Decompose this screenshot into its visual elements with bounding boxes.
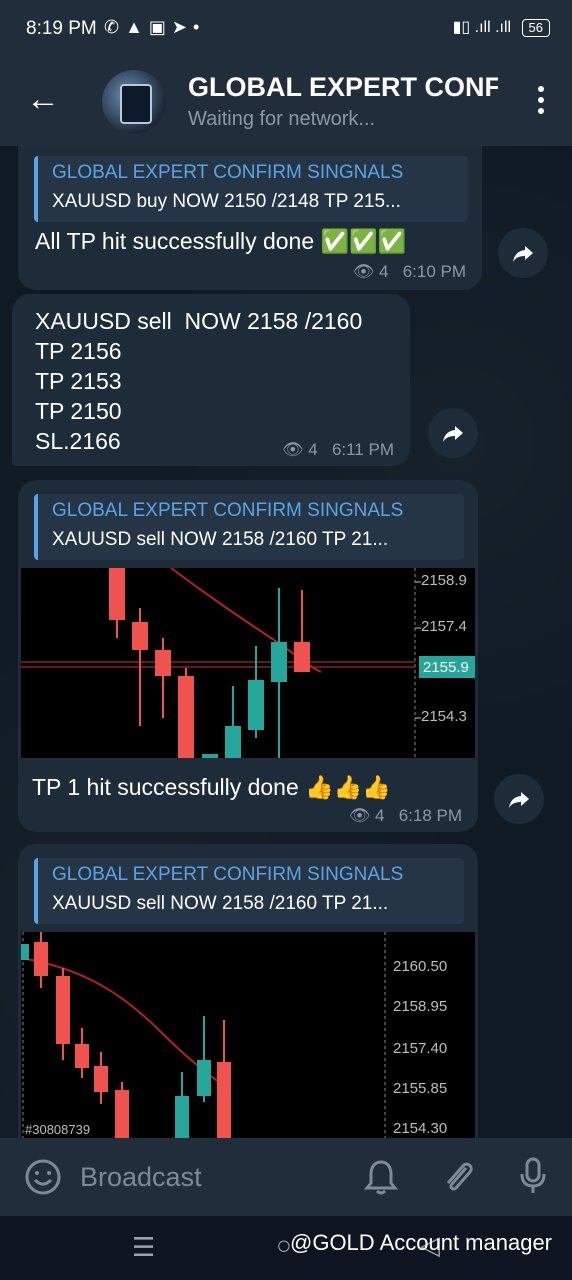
price-tick: 2158.95	[393, 998, 448, 1015]
chat-header: ← GLOBAL EXPERT CONFI Waiting for networ…	[0, 56, 572, 146]
price-tick: 2158.9	[421, 572, 467, 589]
forward-button[interactable]	[498, 228, 548, 278]
reply-text: XAUUSD sell NOW 2158 /2160 TP 21...	[52, 529, 389, 550]
reply-title: GLOBAL EXPERT CONFIRM SINGNALS	[52, 500, 404, 521]
message-bubble[interactable]: GLOBAL EXPERT CONFIRM SINGNALS XAUUSD bu…	[18, 146, 482, 290]
message-list[interactable]: GLOBAL EXPERT CONFIRM SINGNALS XAUUSD bu…	[0, 146, 572, 1138]
microphone-icon[interactable]	[518, 1156, 548, 1196]
notification-icons: ✆▲▣➤•	[104, 17, 206, 37]
view-count: 4	[379, 262, 389, 281]
message-text: XAUUSD sell NOW 2158 /2160 TP 2156 TP 21…	[35, 308, 363, 454]
bell-icon[interactable]	[364, 1158, 398, 1196]
current-price-tag: 2155.9	[423, 659, 469, 676]
views-icon: 👁	[352, 262, 375, 281]
channel-avatar[interactable]	[102, 70, 166, 134]
reply-text: XAUUSD sell NOW 2158 /2160 TP 21...	[52, 893, 389, 914]
price-tick: 2154.30	[393, 1120, 448, 1137]
message-meta: 👁 4 6:11 PM	[282, 440, 394, 460]
message-bubble[interactable]: XAUUSD sell NOW 2158 /2160 TP 2156 TP 21…	[12, 294, 410, 466]
forward-button[interactable]	[428, 408, 478, 458]
reply-quote[interactable]: GLOBAL EXPERT CONFIRM SINGNALS XAUUSD se…	[34, 494, 464, 560]
chart-footer-label: #30808739	[25, 1122, 91, 1137]
message-time: 6:18 PM	[398, 806, 462, 825]
chart-image[interactable]: 2158.9 2157.4 2155.9 2154.3	[21, 568, 475, 758]
menu-nav-icon[interactable]: ☰	[132, 1232, 155, 1263]
broadcast-input[interactable]: Broadcast	[80, 1162, 202, 1193]
watermark: @GOLD Account manager	[290, 1230, 553, 1255]
channel-status: Waiting for network...	[188, 108, 376, 130]
reply-quote[interactable]: GLOBAL EXPERT CONFIRM SINGNALS XAUUSD se…	[34, 858, 464, 924]
reply-text: XAUUSD buy NOW 2150 /2148 TP 215...	[52, 191, 401, 212]
status-bar: 8:19 PM ✆▲▣➤• ▮▯ .ıll .ıll 56	[0, 0, 572, 56]
message-input-bar[interactable]: Broadcast	[0, 1138, 572, 1216]
message-text: All TP hit successfully done ✅✅✅	[35, 228, 407, 254]
price-tick: 2157.4	[421, 618, 467, 635]
more-options-icon[interactable]	[538, 86, 544, 119]
price-tick: 2160.50	[393, 958, 448, 975]
views-icon: 👁	[281, 440, 304, 459]
share-arrow-icon	[509, 792, 529, 808]
message-time: 6:10 PM	[402, 262, 466, 281]
view-count: 4	[308, 440, 318, 459]
forward-button[interactable]	[494, 774, 544, 824]
price-tick: 2155.85	[393, 1080, 448, 1097]
candlestick-chart	[21, 568, 475, 758]
message-bubble[interactable]: GLOBAL EXPERT CONFIRM SINGNALS XAUUSD se…	[18, 480, 478, 832]
system-icons: ▮▯ .ıll .ıll 56	[453, 17, 550, 37]
emoji-icon[interactable]	[24, 1158, 62, 1196]
views-icon: 👁	[348, 806, 371, 825]
view-count: 4	[375, 806, 385, 825]
price-tick: 2154.3	[421, 708, 467, 725]
status-time: 8:19 PM	[26, 18, 97, 39]
share-arrow-icon	[443, 426, 463, 442]
price-tick: 2157.40	[393, 1040, 448, 1057]
chart-image[interactable]: 2160.50 2158.95 2157.40 2155.85 2154.30 …	[21, 932, 475, 1138]
message-text: TP 1 hit successfully done 👍👍👍	[32, 774, 392, 800]
reply-quote[interactable]: GLOBAL EXPERT CONFIRM SINGNALS XAUUSD bu…	[34, 156, 468, 222]
battery-icon: 56	[521, 19, 550, 37]
back-arrow-icon[interactable]: ←	[26, 82, 60, 116]
message-time: 6:11 PM	[331, 440, 394, 459]
signal-icon: ▮▯ .ıll .ıll	[452, 19, 512, 36]
message-meta: 👁 4 6:10 PM	[353, 262, 466, 282]
message-meta: 👁 4 6:18 PM	[349, 806, 462, 826]
reply-title: GLOBAL EXPERT CONFIRM SINGNALS	[52, 162, 404, 183]
attach-icon[interactable]	[440, 1158, 476, 1196]
message-bubble[interactable]: GLOBAL EXPERT CONFIRM SINGNALS XAUUSD se…	[18, 844, 478, 1138]
channel-title[interactable]: GLOBAL EXPERT CONFI	[188, 72, 498, 103]
reply-title: GLOBAL EXPERT CONFIRM SINGNALS	[52, 864, 404, 885]
share-arrow-icon	[513, 246, 533, 262]
